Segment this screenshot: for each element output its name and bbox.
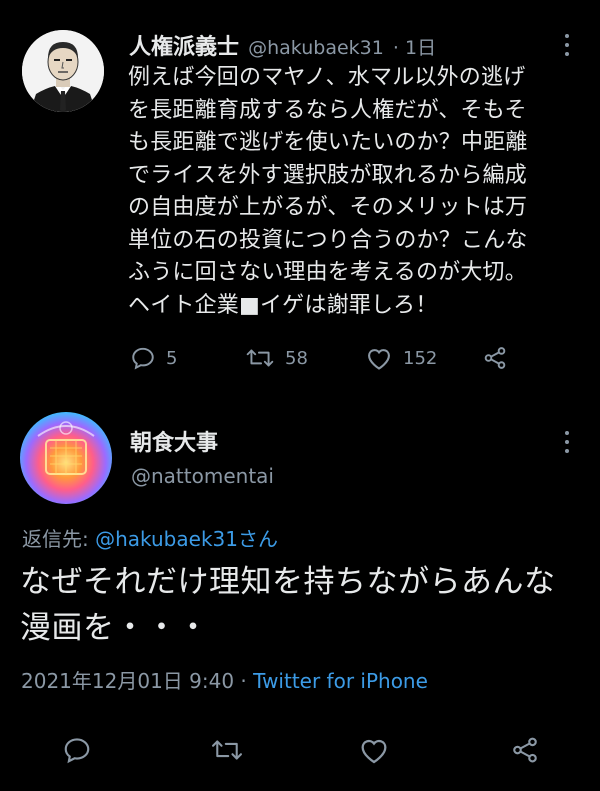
like-icon [365, 345, 393, 371]
like-count: 152 [403, 347, 438, 369]
retweet-button[interactable] [210, 735, 244, 765]
tweet-original: 人権派義士 @hakubaek31 · 1日 例えば今回のマヤノ、水マル以外の逃… [0, 0, 600, 390]
reply-icon [62, 735, 92, 765]
retweet-count: 58 [285, 347, 308, 369]
retweet-icon [245, 345, 275, 371]
more-icon[interactable] [563, 431, 571, 457]
action-bar [0, 735, 600, 769]
retweet-button[interactable]: 58 [245, 343, 308, 373]
like-icon [358, 735, 390, 765]
reply-context: 返信先: @hakubaek31さん [22, 523, 278, 552]
display-name[interactable]: 人権派義士 [129, 35, 239, 60]
meta-separator: · [234, 669, 254, 693]
timestamp[interactable]: 2021年12月01日 9:40 [21, 669, 234, 693]
reply-button[interactable]: 5 [130, 343, 177, 373]
more-icon[interactable] [563, 34, 571, 60]
share-icon [510, 735, 540, 765]
share-button[interactable] [510, 735, 540, 765]
tweet-meta: 2021年12月01日 9:40 · Twitter for iPhone [21, 665, 428, 694]
share-icon [482, 345, 508, 371]
like-button[interactable] [358, 735, 390, 765]
reply-prefix: 返信先: [22, 527, 96, 551]
post-age[interactable]: · 1日 [393, 37, 436, 59]
reply-icon [130, 345, 156, 371]
tweet-text: 例えば今回のマヤノ、水マル以外の逃げ を長距離育成するなら人権だが、そもそ も長… [128, 65, 528, 318]
tweet-reply: 朝食大事 @nattomentai 返信先: @hakubaek31さん なぜそ… [0, 395, 600, 791]
tweet-text: なぜそれだけ理知を持ちながらあんな漫画を・・・ [20, 564, 556, 646]
reply-button[interactable] [62, 735, 92, 765]
user-handle[interactable]: @nattomentai [131, 464, 274, 488]
share-button[interactable] [482, 343, 508, 373]
tweet-header: 人権派義士 @hakubaek31 · 1日 [129, 29, 436, 61]
retweet-icon [210, 735, 244, 765]
source-link[interactable]: Twitter for iPhone [253, 669, 428, 693]
reply-count: 5 [166, 347, 178, 369]
avatar[interactable] [20, 412, 112, 504]
reply-target-link[interactable]: @hakubaek31さん [95, 527, 278, 551]
like-button[interactable]: 152 [365, 343, 437, 373]
user-handle[interactable]: @hakubaek31 [248, 37, 384, 59]
avatar[interactable] [22, 30, 104, 112]
action-bar: 5 58 152 [130, 343, 530, 373]
display-name[interactable]: 朝食大事 [130, 425, 218, 457]
